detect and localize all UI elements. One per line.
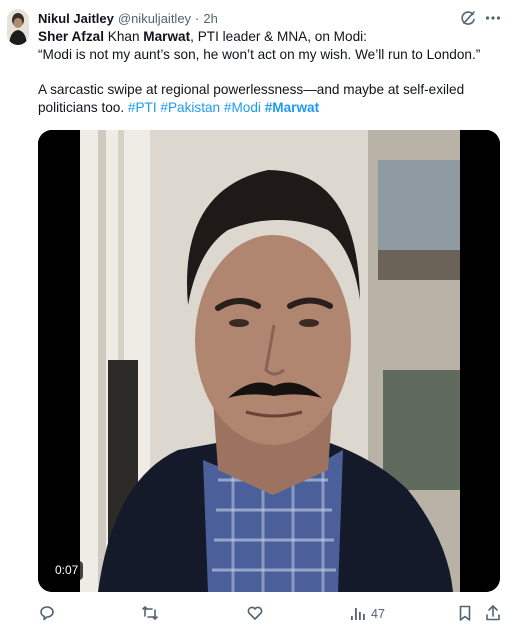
tweet-text-line-1: Sher Afzal Khan Marwat, PTI leader & MNA…	[38, 28, 503, 46]
bold-name-sher-afzal: Sher Afzal	[38, 29, 104, 44]
reply-button[interactable]	[38, 603, 60, 625]
views-button[interactable]: 47	[349, 603, 385, 625]
tweet-text: Sher Afzal Khan Marwat, PTI leader & MNA…	[38, 28, 503, 117]
bookmark-icon	[456, 604, 474, 625]
like-button[interactable]	[246, 603, 268, 625]
views-count: 47	[371, 607, 385, 621]
repost-button[interactable]	[141, 603, 163, 625]
bold-name-marwat: Marwat	[143, 29, 191, 44]
video-player[interactable]: 0:07	[38, 130, 500, 592]
hashtag-marwat[interactable]: #Marwat	[265, 100, 319, 115]
hashtag-pti[interactable]: #PTI	[128, 100, 157, 115]
hashtag-pakistan[interactable]: #Pakistan	[160, 100, 220, 115]
share-icon	[484, 604, 502, 625]
video-timestamp: 0:07	[50, 561, 84, 580]
separator-dot: ·	[195, 11, 200, 26]
views-icon	[349, 604, 367, 625]
text-khan: Khan	[103, 29, 144, 44]
share-button[interactable]	[484, 603, 502, 625]
tweet-text-paragraph-2: A sarcastic swipe at regional powerlessn…	[38, 81, 503, 117]
avatar[interactable]	[7, 9, 29, 45]
repost-icon	[141, 604, 159, 625]
more-icon[interactable]	[484, 9, 502, 27]
bookmark-button[interactable]	[456, 603, 474, 625]
author-display-name[interactable]: Nikul Jaitley	[38, 11, 114, 26]
reply-icon	[38, 604, 56, 625]
hashtag-modi[interactable]: #Modi	[224, 100, 261, 115]
text-description: , PTI leader & MNA, on Modi:	[190, 29, 367, 44]
tweet-header: Nikul Jaitley @nikuljaitley · 2h	[38, 11, 218, 27]
grok-icon[interactable]	[459, 9, 477, 27]
like-icon	[246, 604, 264, 625]
tweet-text-quote: “Modi is not my aunt’s son, he won’t act…	[38, 47, 481, 62]
author-handle[interactable]: @nikuljaitley	[118, 11, 191, 26]
action-bar: 47	[38, 603, 503, 625]
video-frame	[38, 130, 500, 592]
tweet-time[interactable]: 2h	[203, 11, 217, 26]
